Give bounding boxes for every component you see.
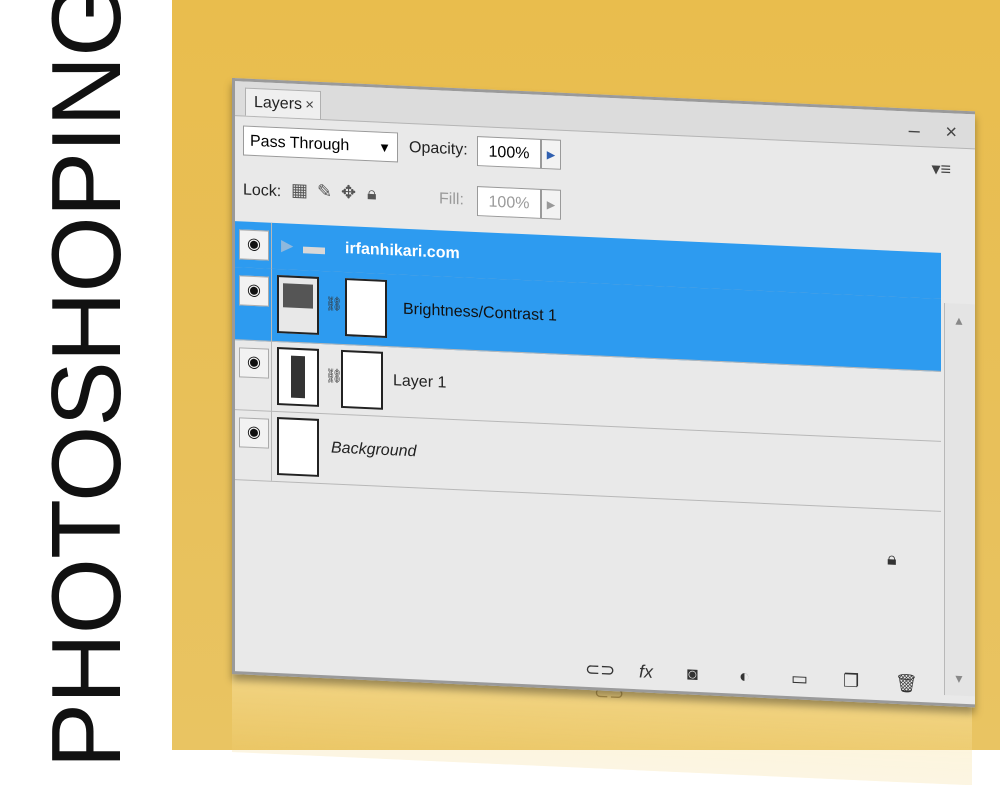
new-layer-icon[interactable]: ❐ xyxy=(843,670,859,692)
layer-name: Background xyxy=(331,439,417,461)
mask-thumbnail xyxy=(345,278,387,338)
fill-field[interactable]: 100% xyxy=(477,186,541,219)
mask-icon[interactable]: ◙ xyxy=(687,663,698,684)
title-strip: PHOTOSHOPING xyxy=(0,0,172,768)
layer-gutter xyxy=(271,410,272,481)
layers-list: ◉ ▶ ▬ irfanhikari.com ◉ ⛓ Brightness/Con… xyxy=(235,221,975,674)
blend-mode-value: Pass Through xyxy=(250,132,350,155)
lock-transparent-icon[interactable]: ▦ xyxy=(291,180,308,202)
scroll-up-icon[interactable]: ▲ xyxy=(953,313,965,328)
link-icon[interactable]: ⊂⊃ xyxy=(585,659,615,681)
layer-gutter xyxy=(271,268,272,341)
layer-name: Brightness/Contrast 1 xyxy=(403,300,557,325)
tab-label: Layers xyxy=(254,93,303,114)
mask-thumbnail xyxy=(341,349,383,410)
eye-icon[interactable]: ◉ xyxy=(239,417,269,449)
fill-stepper[interactable]: ▶ xyxy=(541,188,561,220)
eye-icon[interactable]: ◉ xyxy=(239,275,269,307)
folder-icon: ▬ xyxy=(303,233,325,260)
eye-icon[interactable]: ◉ xyxy=(239,229,269,261)
link-icon[interactable]: ⛓ xyxy=(325,295,343,313)
folder-icon[interactable]: ▭ xyxy=(791,668,808,690)
panel-menu-icon[interactable]: ▾≡ xyxy=(931,158,951,180)
eye-icon[interactable]: ◉ xyxy=(239,347,269,379)
layers-panel: Layers × – × Pass Through ▼ Opacity: 100… xyxy=(232,78,975,708)
opacity-stepper[interactable]: ▶ xyxy=(541,138,561,170)
lock-position-icon[interactable]: ✥ xyxy=(341,182,356,204)
trash-icon[interactable]: 🗑︎ xyxy=(895,673,918,695)
tab-layers[interactable]: Layers × xyxy=(245,87,321,120)
lock-icon: 🔒︎ xyxy=(887,548,897,569)
background-thumbnail xyxy=(277,417,319,477)
fill-label: Fill: xyxy=(439,190,464,209)
layer-name: irfanhikari.com xyxy=(345,240,460,263)
layer-gutter xyxy=(271,222,272,269)
window-controls[interactable]: – × xyxy=(909,119,967,145)
layers-panel-wrap: Layers × – × Pass Through ▼ Opacity: 100… xyxy=(232,78,1000,733)
chevron-down-icon: ▼ xyxy=(378,139,391,156)
expand-arrow-icon[interactable]: ▶ xyxy=(281,235,293,256)
fx-icon[interactable]: fx xyxy=(639,661,653,683)
adjustment-thumbnail xyxy=(277,275,319,335)
adjustment-icon xyxy=(283,283,313,309)
photo-thumbnail xyxy=(277,347,319,407)
blend-mode-select[interactable]: Pass Through ▼ xyxy=(243,125,398,163)
scrollbar[interactable]: ▲ ▼ xyxy=(944,303,975,697)
person-icon xyxy=(291,355,305,399)
lock-pixels-icon[interactable]: ✎ xyxy=(317,181,332,203)
lock-all-icon[interactable]: 🔒︎ xyxy=(367,183,377,204)
layer-gutter xyxy=(271,340,272,411)
tab-close-icon[interactable]: × xyxy=(305,91,314,119)
lock-label: Lock: xyxy=(243,181,282,201)
opacity-label: Opacity: xyxy=(409,138,468,159)
opacity-field[interactable]: 100% xyxy=(477,136,541,169)
layer-name: Layer 1 xyxy=(393,372,447,392)
adjustment-icon[interactable]: ◐ xyxy=(739,666,750,687)
side-title: PHOTOSHOPING xyxy=(31,0,141,769)
